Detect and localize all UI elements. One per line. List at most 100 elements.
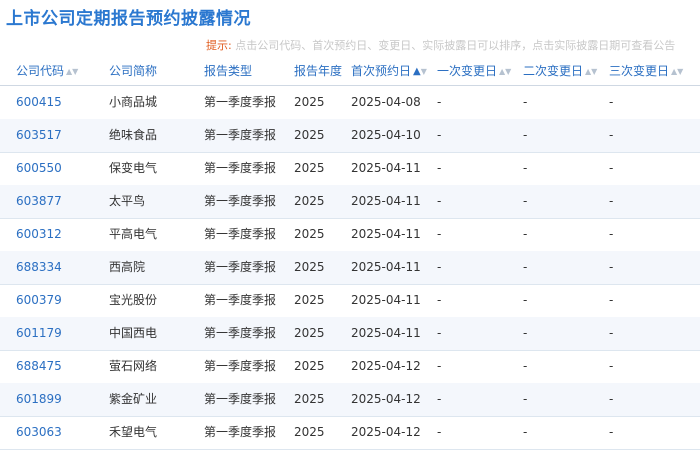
- column-header-change1[interactable]: 一次变更日 ▲▼: [437, 57, 511, 85]
- change3-date: -: [609, 227, 614, 241]
- first-date: 2025-04-08: [351, 95, 421, 109]
- column-header-change3[interactable]: 三次变更日 ▲▼: [609, 57, 683, 85]
- report-year: 2025: [294, 227, 325, 241]
- change2-date: -: [523, 128, 528, 142]
- company-code-link[interactable]: 600312: [16, 218, 62, 251]
- first-date: 2025-04-11: [351, 260, 421, 274]
- company-code-link[interactable]: 600550: [16, 152, 62, 185]
- first-date: 2025-04-12: [351, 425, 421, 439]
- change3-date: -: [609, 326, 614, 340]
- table-row: 600550 保变电气 第一季度季报 2025 2025-04-11 - - -: [0, 152, 700, 186]
- company-name-link[interactable]: 保变电气: [109, 152, 157, 185]
- company-code-link[interactable]: 603877: [16, 185, 62, 218]
- page-title: 上市公司定期报告预约披露情况: [6, 9, 251, 29]
- company-code-link[interactable]: 600379: [16, 284, 62, 317]
- change3-date: -: [609, 260, 614, 274]
- sort-arrows-icon[interactable]: ▲▼: [585, 67, 597, 76]
- change1-date: -: [437, 425, 442, 439]
- change2-date: -: [523, 227, 528, 241]
- column-label: 三次变更日: [609, 64, 670, 78]
- sort-arrows-icon[interactable]: ▲▼: [499, 67, 511, 76]
- company-code-link[interactable]: 603517: [16, 119, 62, 152]
- report-type: 第一季度季报: [204, 161, 277, 175]
- column-label: 公司代码: [16, 64, 65, 78]
- report-type: 第一季度季报: [204, 227, 277, 241]
- change1-date: -: [437, 194, 442, 208]
- table-row: 603063 禾望电气 第一季度季报 2025 2025-04-12 - - -: [0, 416, 700, 450]
- sort-ascending-icon[interactable]: ▲▼: [413, 66, 427, 77]
- company-name-link[interactable]: 萤石网络: [109, 350, 157, 383]
- company-code-link[interactable]: 688475: [16, 350, 62, 383]
- report-year: 2025: [294, 425, 325, 439]
- change1-date: -: [437, 260, 442, 274]
- report-year: 2025: [294, 392, 325, 406]
- change1-date: -: [437, 95, 442, 109]
- table-header: 公司代码 ▲▼ 公司简称 报告类型 报告年度 首次预约日 ▲▼ 一次变更日 ▲▼ 二次…: [0, 57, 700, 86]
- company-code-link[interactable]: 600415: [16, 86, 62, 119]
- change2-date: -: [523, 392, 528, 406]
- sort-tip: 提示: 点击公司代码、首次预约日、变更日、实际披露日可以排序，点击实际披露日期可…: [206, 37, 700, 53]
- report-type: 第一季度季报: [204, 326, 277, 340]
- first-date: 2025-04-11: [351, 227, 421, 241]
- change1-date: -: [437, 326, 442, 340]
- change3-date: -: [609, 194, 614, 208]
- table-row: 600379 宝光股份 第一季度季报 2025 2025-04-11 - - -: [0, 284, 700, 318]
- column-label: 二次变更日: [523, 64, 584, 78]
- column-label: 首次预约日: [351, 64, 412, 78]
- report-type: 第一季度季报: [204, 260, 277, 274]
- sort-arrows-icon[interactable]: ▲▼: [66, 67, 78, 76]
- company-name-link[interactable]: 禾望电气: [109, 416, 157, 449]
- sort-arrows-icon[interactable]: ▲▼: [671, 67, 683, 76]
- table-row: 603517 绝味食品 第一季度季报 2025 2025-04-10 - - -: [0, 119, 700, 153]
- change3-date: -: [609, 128, 614, 142]
- company-name-link[interactable]: 小商品城: [109, 86, 157, 119]
- report-year: 2025: [294, 326, 325, 340]
- table-row: 601179 中国西电 第一季度季报 2025 2025-04-11 - - -: [0, 317, 700, 351]
- report-type: 第一季度季报: [204, 293, 277, 307]
- first-date: 2025-04-10: [351, 128, 421, 142]
- report-year: 2025: [294, 95, 325, 109]
- company-name-link[interactable]: 西高院: [109, 251, 145, 284]
- column-header-code[interactable]: 公司代码 ▲▼: [16, 57, 78, 85]
- first-date: 2025-04-11: [351, 194, 421, 208]
- first-date: 2025-04-12: [351, 359, 421, 373]
- change2-date: -: [523, 260, 528, 274]
- report-year: 2025: [294, 359, 325, 373]
- company-name-link[interactable]: 太平鸟: [109, 185, 145, 218]
- first-date: 2025-04-11: [351, 326, 421, 340]
- change1-date: -: [437, 128, 442, 142]
- change1-date: -: [437, 227, 442, 241]
- report-type: 第一季度季报: [204, 359, 277, 373]
- company-name-link[interactable]: 中国西电: [109, 317, 157, 350]
- change2-date: -: [523, 425, 528, 439]
- first-date: 2025-04-11: [351, 161, 421, 175]
- change2-date: -: [523, 161, 528, 175]
- change2-date: -: [523, 326, 528, 340]
- column-header-first-date[interactable]: 首次预约日 ▲▼: [351, 57, 427, 85]
- change1-date: -: [437, 359, 442, 373]
- company-code-link[interactable]: 603063: [16, 416, 62, 449]
- table-row: 601899 紫金矿业 第一季度季报 2025 2025-04-12 - - -: [0, 383, 700, 417]
- column-header-change2[interactable]: 二次变更日 ▲▼: [523, 57, 597, 85]
- table-row: 603877 太平鸟 第一季度季报 2025 2025-04-11 - - -: [0, 185, 700, 219]
- company-name-link[interactable]: 平高电气: [109, 218, 157, 251]
- company-name-link[interactable]: 绝味食品: [109, 119, 157, 152]
- column-header-report-year: 报告年度: [294, 64, 343, 78]
- column-label: 一次变更日: [437, 64, 498, 78]
- company-name-link[interactable]: 宝光股份: [109, 284, 157, 317]
- company-name-link[interactable]: 紫金矿业: [109, 383, 157, 416]
- report-year: 2025: [294, 293, 325, 307]
- change1-date: -: [437, 293, 442, 307]
- report-year: 2025: [294, 161, 325, 175]
- report-type: 第一季度季报: [204, 194, 277, 208]
- company-code-link[interactable]: 688334: [16, 251, 62, 284]
- first-date: 2025-04-12: [351, 392, 421, 406]
- first-date: 2025-04-11: [351, 293, 421, 307]
- change2-date: -: [523, 359, 528, 373]
- table-row: 600415 小商品城 第一季度季报 2025 2025-04-08 - - -: [0, 86, 700, 120]
- change1-date: -: [437, 161, 442, 175]
- tip-text: 点击公司代码、首次预约日、变更日、实际披露日可以排序，点击实际披露日期可查看公告: [235, 39, 676, 52]
- company-code-link[interactable]: 601899: [16, 383, 62, 416]
- company-code-link[interactable]: 601179: [16, 317, 62, 350]
- table-row: 688475 萤石网络 第一季度季报 2025 2025-04-12 - - -: [0, 350, 700, 384]
